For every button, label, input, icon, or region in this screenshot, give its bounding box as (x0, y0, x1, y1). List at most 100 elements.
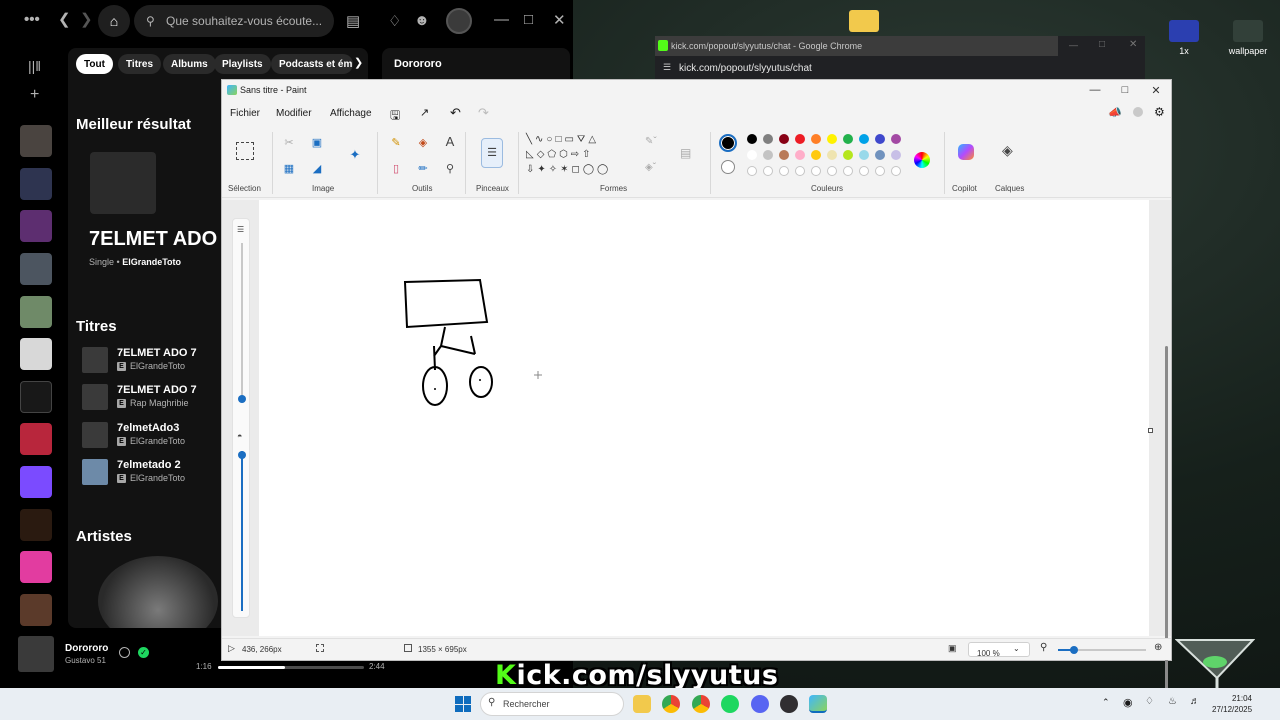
secondary-color[interactable] (721, 160, 735, 174)
desktop-shortcut-1x[interactable]: 1x (1154, 20, 1214, 56)
color-swatch[interactable] (795, 150, 805, 160)
color-swatch[interactable] (827, 150, 837, 160)
image-select-icon[interactable]: ▦ (282, 162, 296, 176)
color-swatch[interactable] (747, 166, 757, 176)
add-icon[interactable]: + (30, 86, 39, 104)
track-artist[interactable]: ElGrandeToto (130, 361, 185, 371)
color-swatch[interactable] (891, 166, 901, 176)
redo-icon[interactable]: ↷ (478, 105, 489, 121)
menu-file[interactable]: Fichier (230, 108, 260, 119)
shape-fill-icon[interactable]: ◈ˇ (645, 162, 656, 173)
best-result-title[interactable]: 7ELMET ADO (89, 228, 217, 251)
back-arrow-icon[interactable]: ❮ (58, 10, 71, 28)
discord-icon[interactable] (751, 695, 769, 713)
best-result-artist[interactable]: ElGrandeToto (122, 257, 181, 267)
track-row[interactable]: 7ELMET ADO 7 E ElGrandeToto (82, 347, 222, 379)
color-swatch[interactable] (827, 166, 837, 176)
color-swatch[interactable] (747, 134, 757, 144)
text-box-icon[interactable]: ▤ (680, 146, 691, 160)
avatar[interactable] (446, 8, 472, 34)
track-artist[interactable]: ElGrandeToto (130, 473, 185, 483)
edit-colors-icon[interactable] (914, 152, 930, 168)
close-icon[interactable]: ✕ (553, 11, 566, 29)
text-icon[interactable]: A (443, 135, 457, 149)
clock[interactable]: 21:04 27/12/2025 (1212, 693, 1252, 715)
maximize-icon[interactable]: □ (524, 11, 533, 28)
library-item[interactable] (20, 551, 52, 583)
color-swatch[interactable] (779, 166, 789, 176)
account-icon[interactable] (1133, 107, 1143, 117)
color-swatch[interactable] (795, 134, 805, 144)
minimize-button[interactable]: — (1080, 80, 1110, 100)
start-button[interactable] (455, 696, 471, 712)
chip-titles[interactable]: Titres (118, 54, 162, 74)
primary-color[interactable] (719, 134, 737, 152)
zoom-select[interactable]: 100 % ⌄ (968, 642, 1030, 658)
library-item[interactable] (20, 168, 52, 200)
color-swatch[interactable] (763, 150, 773, 160)
select-tool-icon[interactable] (236, 142, 254, 160)
search-input[interactable]: ⚲ Que souhaitez-vous écoute... (134, 5, 334, 37)
share-icon[interactable]: ↗ (420, 106, 429, 119)
artist-photo[interactable] (98, 556, 218, 628)
resize-handle[interactable] (1148, 428, 1153, 433)
chrome-icon[interactable] (662, 695, 680, 713)
now-playing-cover[interactable] (18, 636, 54, 672)
chip-podcasts[interactable]: Podcasts et émi (271, 54, 353, 74)
miniplayer-icon[interactable] (119, 647, 130, 658)
color-swatch[interactable] (875, 166, 885, 176)
crop-icon[interactable]: ✂ (282, 136, 296, 150)
magnifier-icon[interactable]: ⚲ (443, 162, 457, 176)
image-magic-icon[interactable]: ✦ (348, 148, 362, 162)
resize-icon[interactable]: ▣ (310, 136, 324, 150)
network-icon[interactable]: ◉ (1123, 696, 1133, 709)
vertical-scrollbar[interactable] (1165, 322, 1169, 720)
color-swatch[interactable] (891, 134, 901, 144)
rotate-icon[interactable]: ◢ (310, 162, 324, 176)
library-item[interactable] (20, 338, 52, 370)
chrome-profile-icon[interactable] (692, 695, 710, 713)
volume-icon[interactable]: ♬ (1190, 696, 1200, 707)
site-settings-icon[interactable]: ☰ (663, 62, 671, 73)
color-swatch[interactable] (763, 166, 773, 176)
fill-icon[interactable]: ◈ (416, 136, 430, 150)
undo-icon[interactable]: ↶ (450, 105, 461, 121)
color-swatch[interactable] (843, 134, 853, 144)
zoom-out-icon[interactable]: ⚲ (1040, 642, 1047, 653)
friends-icon[interactable]: ☻ (414, 12, 430, 29)
now-playing-artist[interactable]: Gustavo 51 (65, 656, 106, 665)
pencil-icon[interactable]: ✎ (389, 136, 403, 150)
browse-icon[interactable]: ▤ (346, 12, 360, 30)
track-row[interactable]: 7ELMET ADO 7 E Rap Maghribie (82, 384, 222, 416)
drawing-canvas[interactable] (259, 200, 1149, 636)
chrome-url[interactable]: kick.com/popout/slyyutus/chat (679, 63, 812, 74)
whats-new-icon[interactable]: 📣 (1108, 106, 1122, 119)
progress-bar[interactable] (218, 666, 364, 669)
color-swatch[interactable] (811, 150, 821, 160)
brush-icon[interactable]: ☰ (481, 138, 503, 168)
library-item[interactable] (20, 296, 52, 328)
color-swatch[interactable] (859, 134, 869, 144)
layers-icon[interactable]: ◈ (1002, 142, 1013, 159)
color-swatch[interactable] (843, 150, 853, 160)
forward-arrow-icon[interactable]: ❯ (80, 10, 93, 28)
chrome-address-bar[interactable]: ☰ kick.com/popout/slyyutus/chat (655, 56, 1145, 80)
eraser-icon[interactable]: ▯ (389, 162, 403, 176)
chevron-right-icon[interactable]: ❯ (354, 56, 363, 69)
copilot-icon[interactable] (958, 144, 974, 160)
now-playing-title[interactable]: Dorororo (65, 643, 108, 654)
color-swatch[interactable] (811, 166, 821, 176)
maximize-button[interactable]: □ (1110, 80, 1140, 100)
color-swatch[interactable] (843, 166, 853, 176)
menu-edit[interactable]: Modifier (276, 108, 312, 119)
track-artist[interactable]: ElGrandeToto (130, 436, 185, 446)
obs-icon[interactable] (780, 695, 798, 713)
color-swatch[interactable] (859, 150, 869, 160)
color-swatch[interactable] (891, 150, 901, 160)
zoom-in-icon[interactable]: ⊕ (1154, 642, 1162, 653)
shape-outline-icon[interactable]: ✎ˇ (645, 136, 657, 147)
color-swatch[interactable] (875, 134, 885, 144)
chip-albums[interactable]: Albums (163, 54, 216, 74)
folder-icon[interactable] (834, 10, 894, 36)
settings-gear-icon[interactable]: ⚙ (1154, 105, 1165, 119)
